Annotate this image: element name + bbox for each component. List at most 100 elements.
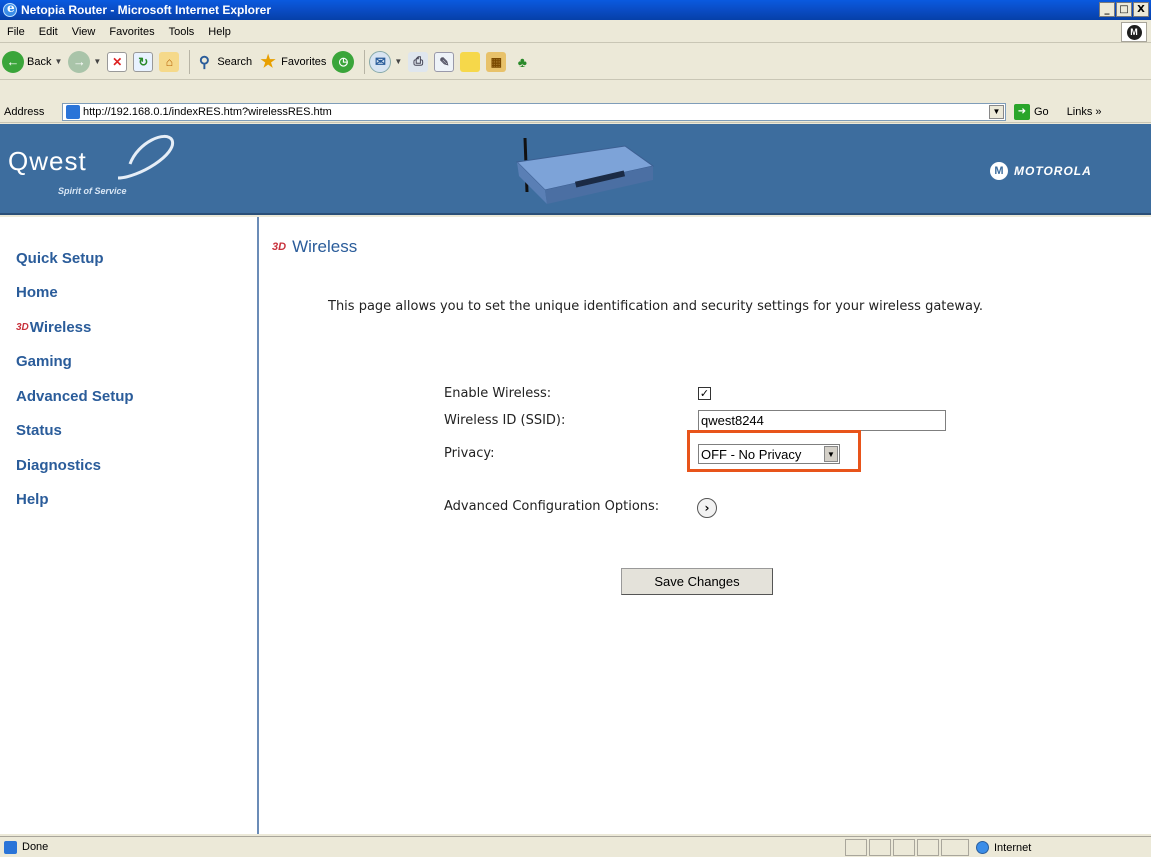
- chevron-down-icon[interactable]: ▼: [824, 446, 838, 462]
- page-title: 3D Wireless: [272, 237, 357, 257]
- window-titlebar: Netopia Router - Microsoft Internet Expl…: [0, 0, 1151, 20]
- router-header: Qwest Spirit of Service M MOTOROLA: [0, 124, 1151, 215]
- toolbar: ← Back ▼ → ▼ ✕ ↻ ⌂ ⚲ Search ★ Favorites …: [0, 44, 1151, 80]
- 3d-icon: 3D: [16, 321, 29, 333]
- forward-button[interactable]: → ▼: [68, 50, 101, 73]
- minimize-button[interactable]: _: [1099, 2, 1115, 17]
- ie-icon: [3, 1, 17, 17]
- favorites-star-icon: ★: [260, 51, 276, 71]
- sidebar-item-label: Wireless: [29, 318, 92, 336]
- sidebar-item-label: Diagnostics: [16, 456, 102, 474]
- close-button[interactable]: X: [1133, 2, 1149, 17]
- sidebar-item-diagnostics[interactable]: Diagnostics: [0, 448, 257, 483]
- back-label: Back: [27, 55, 52, 68]
- status-panel: [845, 839, 867, 856]
- menu-help[interactable]: Help: [201, 26, 238, 38]
- sidebar-item-label: Advanced Setup: [16, 387, 134, 405]
- sidebar-nav: Quick Setup Home 3D Wireless Gaming Adva…: [0, 217, 259, 834]
- privacy-select[interactable]: OFF - No Privacy ▼: [698, 444, 840, 464]
- motorola-wordmark: MOTOROLA: [1014, 164, 1092, 178]
- menu-edit[interactable]: Edit: [32, 26, 65, 38]
- search-label: Search: [217, 55, 253, 68]
- menu-view[interactable]: View: [65, 26, 103, 38]
- toolbar-separator: [189, 49, 191, 74]
- refresh-button[interactable]: ↻: [133, 51, 154, 72]
- sidebar-item-status[interactable]: Status: [0, 414, 257, 449]
- advanced-options-label: Advanced Configuration Options:: [444, 499, 660, 514]
- zone-label: Internet: [994, 841, 1032, 854]
- window-title: Netopia Router - Microsoft Internet Expl…: [21, 3, 272, 17]
- go-label: Go: [1034, 105, 1049, 118]
- messenger-button[interactable]: ♣: [512, 52, 532, 72]
- 3d-icon: 3D: [272, 241, 287, 253]
- page-body: Quick Setup Home 3D Wireless Gaming Adva…: [0, 217, 1151, 834]
- print-icon: ⎙: [408, 51, 429, 72]
- favorites-button[interactable]: ★ Favorites: [258, 51, 327, 72]
- history-icon: ◷: [332, 50, 355, 73]
- motorola-logo-icon: M: [1126, 24, 1142, 40]
- home-button[interactable]: ⌂: [159, 51, 180, 72]
- back-dropdown-icon[interactable]: ▼: [54, 57, 62, 66]
- page-icon: [4, 840, 17, 854]
- search-icon: ⚲: [198, 53, 210, 71]
- sidebar-item-home[interactable]: Home: [0, 276, 257, 311]
- sidebar-item-quick-setup[interactable]: Quick Setup: [0, 241, 257, 276]
- sidebar-item-label: Status: [16, 422, 62, 440]
- sidebar-item-label: Gaming: [16, 353, 72, 371]
- forward-dropdown-icon[interactable]: ▼: [93, 57, 101, 66]
- edit-button[interactable]: ✎: [434, 51, 455, 72]
- security-zone: Internet: [976, 839, 1031, 856]
- address-bar: Address http://192.168.0.1/indexRES.htm?…: [0, 101, 1151, 123]
- messenger-icon: ♣: [517, 53, 527, 70]
- menu-file[interactable]: File: [0, 26, 32, 38]
- favorites-label: Favorites: [281, 55, 327, 68]
- forward-arrow-icon: →: [68, 50, 91, 73]
- motorola-logo: M MOTOROLA: [990, 162, 1092, 180]
- address-dropdown-icon[interactable]: ▼: [989, 104, 1004, 119]
- notes-button[interactable]: [460, 51, 481, 72]
- back-arrow-icon: ←: [2, 50, 24, 73]
- save-changes-button[interactable]: Save Changes: [621, 568, 773, 595]
- ssid-input[interactable]: qwest8244: [698, 410, 946, 431]
- sidebar-item-label: Quick Setup: [16, 249, 104, 267]
- enable-wireless-checkbox[interactable]: ✓: [698, 387, 711, 400]
- sidebar-item-gaming[interactable]: Gaming: [0, 345, 257, 380]
- page-icon: [66, 104, 80, 119]
- globe-icon: [976, 841, 989, 854]
- research-button[interactable]: ▦: [486, 51, 507, 72]
- links-button[interactable]: Links »: [1067, 106, 1102, 118]
- status-panel: [917, 839, 939, 856]
- sidebar-item-advanced-setup[interactable]: Advanced Setup: [0, 379, 257, 414]
- mail-icon: ✉: [369, 50, 392, 73]
- brand-tile: M: [1121, 22, 1147, 42]
- search-button[interactable]: ⚲ Search: [194, 52, 252, 72]
- menu-bar: File Edit View Favorites Tools Help M: [0, 21, 1151, 43]
- history-button[interactable]: ◷: [332, 50, 355, 73]
- qwest-logo: Qwest Spirit of Service: [8, 146, 127, 196]
- router-device-icon: [515, 137, 655, 204]
- go-button[interactable]: ➜ Go: [1014, 103, 1049, 120]
- mail-dropdown-icon[interactable]: ▼: [394, 57, 402, 66]
- address-input[interactable]: http://192.168.0.1/indexRES.htm?wireless…: [62, 102, 1006, 121]
- home-icon: ⌂: [159, 51, 180, 72]
- sidebar-item-wireless[interactable]: 3D Wireless: [0, 310, 257, 345]
- motorola-m-icon: M: [990, 162, 1008, 180]
- mail-button[interactable]: ✉ ▼: [369, 50, 402, 73]
- intro-text: This page allows you to set the unique i…: [328, 299, 983, 314]
- qwest-brand: Qwest: [8, 146, 87, 176]
- maximize-button[interactable]: □: [1116, 2, 1132, 17]
- status-bar: Done Internet: [0, 836, 1151, 857]
- back-button[interactable]: ← Back ▼: [2, 50, 62, 73]
- advanced-options-arrow-icon[interactable]: ›: [697, 498, 717, 518]
- privacy-label: Privacy:: [444, 446, 495, 461]
- menu-tools[interactable]: Tools: [162, 26, 202, 38]
- research-icon: ▦: [486, 51, 507, 72]
- print-button[interactable]: ⎙: [408, 51, 429, 72]
- page-title-text: Wireless: [292, 237, 358, 256]
- stop-button[interactable]: ✕: [107, 51, 128, 72]
- sidebar-item-help[interactable]: Help: [0, 483, 257, 518]
- status-text: Done: [22, 841, 49, 853]
- address-url[interactable]: http://192.168.0.1/indexRES.htm?wireless…: [83, 106, 332, 118]
- sidebar-item-label: Help: [16, 491, 49, 509]
- menu-favorites[interactable]: Favorites: [102, 26, 161, 38]
